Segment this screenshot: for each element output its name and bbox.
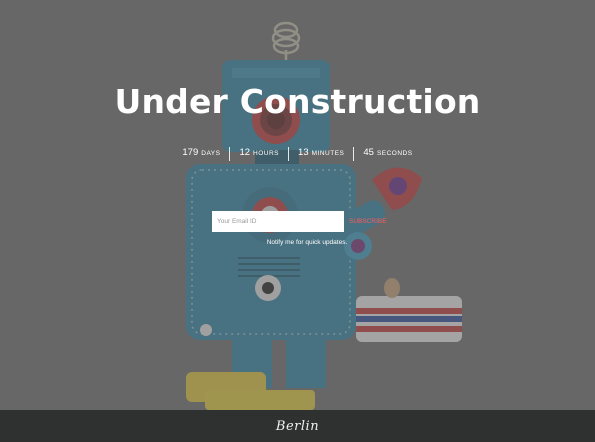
notify-text: Notify me for quick updates. [266, 239, 348, 246]
subscribe-form: SUBSCRIBE [212, 211, 402, 232]
countdown-days: 179 days [173, 147, 229, 161]
hero-content: Under Construction 179 days 12 hours 13 … [0, 0, 595, 410]
countdown-seconds: 45 seconds [353, 147, 421, 161]
countdown-unit: seconds [376, 150, 413, 157]
hero-section: Under Construction 179 days 12 hours 13 … [0, 0, 595, 410]
countdown-value: 179 [182, 147, 199, 158]
countdown-unit: minutes [311, 150, 345, 157]
countdown-value: 12 [239, 147, 251, 158]
countdown-timer: 179 days 12 hours 13 minutes 45 seconds [0, 147, 595, 161]
countdown-value: 13 [298, 147, 309, 158]
email-input[interactable] [212, 211, 344, 232]
countdown-hours: 12 hours [229, 147, 288, 161]
countdown-value: 45 [363, 147, 374, 158]
page-title: Under Construction [114, 82, 481, 121]
countdown-unit: days [201, 150, 221, 157]
subscribe-button[interactable]: SUBSCRIBE [344, 211, 402, 232]
countdown-unit: hours [253, 150, 280, 157]
brand-logo: Berlin [275, 418, 320, 434]
countdown-minutes: 13 minutes [288, 147, 353, 161]
footer: Berlin [0, 410, 595, 442]
